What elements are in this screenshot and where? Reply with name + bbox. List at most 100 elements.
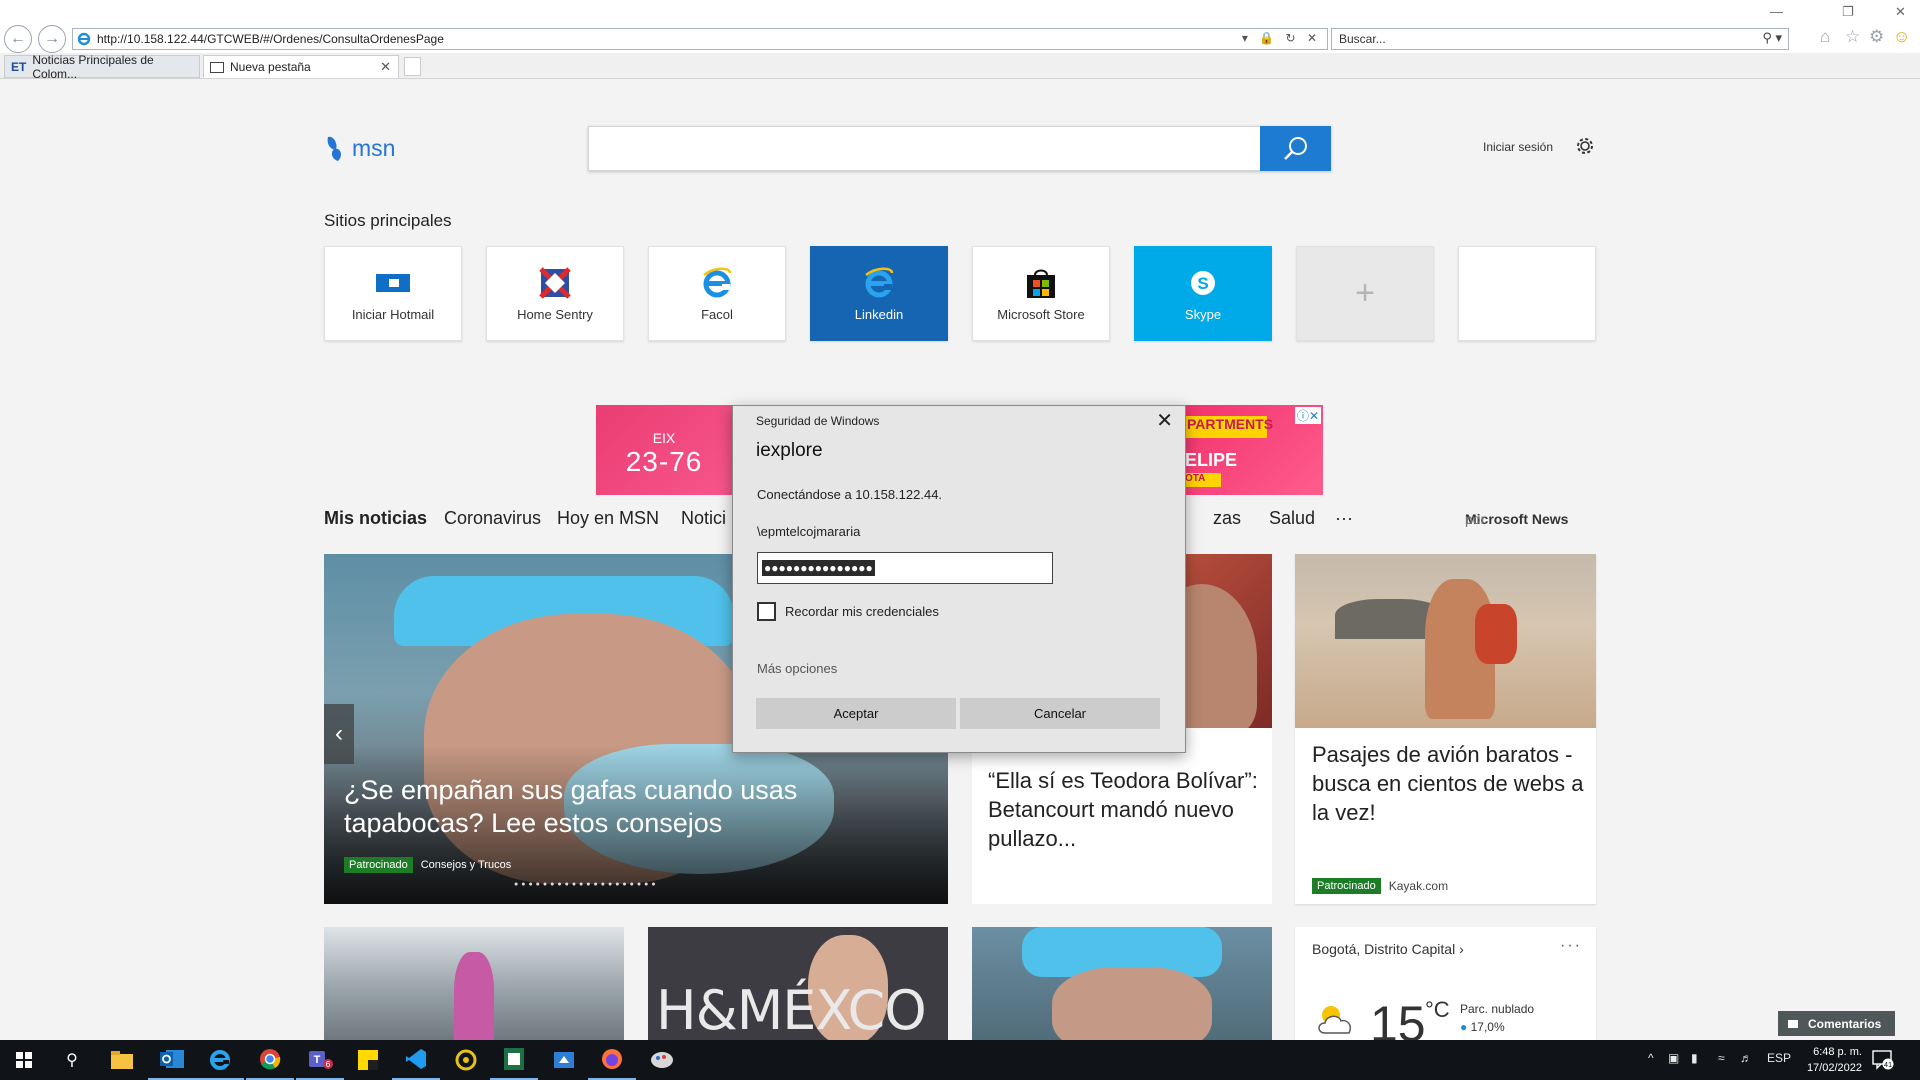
weather-card[interactable]: Bogotá, Distrito Capital › ··· 15 °C Par…	[1295, 927, 1596, 1052]
volume-icon[interactable]: ♬	[1740, 1051, 1752, 1065]
ok-button[interactable]: Aceptar	[756, 698, 956, 729]
tile-iniciar-hotmail[interactable]: Iniciar Hotmail	[324, 246, 462, 341]
battery-icon[interactable]: ▮	[1691, 1051, 1698, 1065]
favorites-icon[interactable]: ☆	[1845, 27, 1860, 47]
nav-noticias[interactable]: Notici	[681, 508, 726, 529]
restore-button[interactable]: ❐	[1842, 4, 1854, 20]
home-icon[interactable]: ⌂	[1820, 27, 1830, 47]
tile-label: Iniciar Hotmail	[351, 307, 435, 322]
tile-facol[interactable]: Facol	[648, 246, 786, 341]
tray-chevron-icon[interactable]: ^	[1648, 1051, 1654, 1065]
nav-finanzas[interactable]: zas	[1213, 508, 1241, 529]
hero-title[interactable]: ¿Se empañan sus gafas cuando usas tapabo…	[344, 774, 934, 840]
minimize-button[interactable]: —	[1770, 4, 1783, 19]
teams-badge-count: 6	[326, 1060, 331, 1069]
more-options-link[interactable]: Más opciones	[757, 661, 837, 676]
adchoices-icon[interactable]: ⓘ✕	[1294, 407, 1321, 424]
taskbar-chrome[interactable]	[246, 1040, 294, 1080]
back-button[interactable]: ←	[4, 25, 32, 53]
file-explorer-icon	[111, 1051, 133, 1069]
address-actions[interactable]: ▾ 🔒 ↻ ✕	[1242, 31, 1321, 45]
taskbar-outlook[interactable]	[148, 1040, 196, 1080]
remember-credentials-checkbox[interactable]	[757, 602, 776, 621]
clock[interactable]: 6:48 p. m. 17/02/2022	[1800, 1044, 1862, 1076]
tab-strip: ET Noticias Principales de Colom... Nuev…	[0, 53, 1920, 81]
taskbar-sticky-notes[interactable]	[344, 1040, 392, 1080]
weather-humidity-value: 17,0%	[1470, 1020, 1505, 1034]
outlook-icon	[160, 1050, 184, 1068]
smiley-icon[interactable]: ☺	[1893, 27, 1910, 47]
start-button[interactable]	[0, 1040, 48, 1080]
news-card-title[interactable]: Pasajes de avión baratos - busca en cien…	[1312, 740, 1587, 827]
tile-linkedin[interactable]: Linkedin	[810, 246, 948, 341]
nav-coronavirus[interactable]: Coronavirus	[444, 508, 541, 529]
dialog-header: Seguridad de Windows	[756, 414, 880, 428]
settings-icon[interactable]: ⚙	[1869, 27, 1884, 47]
ad-banner-left[interactable]: EIX 23-76	[596, 405, 732, 495]
tile-skype[interactable]: S Skype	[1134, 246, 1272, 341]
taskbar-app-3[interactable]	[638, 1040, 686, 1080]
close-icon[interactable]: ✕	[1156, 408, 1173, 433]
wifi-icon[interactable]: ≈	[1718, 1051, 1725, 1065]
more-options-icon[interactable]: ···	[1560, 937, 1582, 955]
news-card-row2-1[interactable]	[324, 927, 624, 1045]
feedback-button[interactable]: Comentarios	[1778, 1011, 1895, 1036]
tile-empty[interactable]	[1458, 246, 1596, 341]
close-window-button[interactable]: ✕	[1895, 4, 1906, 20]
msn-search-input[interactable]	[588, 126, 1331, 171]
tile-microsoft-store[interactable]: Microsoft Store	[972, 246, 1110, 341]
news-card-row2-3[interactable]	[972, 927, 1272, 1045]
signin-link[interactable]: Iniciar sesión	[1483, 140, 1553, 154]
taskbar-vscode[interactable]	[392, 1040, 440, 1080]
close-tab-icon[interactable]: ✕	[380, 59, 391, 75]
start-icon	[16, 1052, 32, 1068]
tab-nueva-pestana[interactable]: Nueva pestaña ✕	[203, 55, 399, 78]
tile-label: Facol	[701, 307, 733, 322]
tile-home-sentry[interactable]: Home Sentry	[486, 246, 624, 341]
taskbar-ie[interactable]	[196, 1040, 244, 1080]
browser-search-input[interactable]: Buscar... ⚲ ▾	[1331, 28, 1789, 50]
taskbar-search[interactable]: ⚲	[48, 1040, 96, 1080]
taskbar-excel[interactable]	[490, 1040, 538, 1080]
taskbar-app-2[interactable]	[540, 1040, 588, 1080]
taskbar-app[interactable]	[442, 1040, 490, 1080]
carousel-dots[interactable]: ●●●●●●●●●●●●●●●●●●●●	[514, 881, 659, 888]
new-tab-button[interactable]	[404, 57, 421, 76]
cancel-button[interactable]: Cancelar	[960, 698, 1160, 729]
dialog-connecting-text: Conectándose a 10.158.122.44.	[757, 487, 943, 502]
tile-add-site[interactable]: +	[1296, 246, 1434, 341]
weather-location[interactable]: Bogotá, Distrito Capital ›	[1312, 941, 1464, 957]
news-card-title[interactable]: “Ella sí es Teodora Bolívar”: Betancourt…	[988, 766, 1263, 853]
password-value: ●●●●●●●●●●●●●●●	[762, 560, 875, 576]
password-field[interactable]: ●●●●●●●●●●●●●●●	[757, 552, 1053, 584]
forward-button[interactable]: →	[38, 25, 66, 53]
language-indicator[interactable]: ESP	[1767, 1051, 1791, 1065]
search-placeholder: Buscar...	[1339, 32, 1386, 46]
carousel-prev-button[interactable]: ‹	[324, 704, 354, 764]
address-bar[interactable]: http://10.158.122.44/GTCWEB/#/Ordenes/Co…	[72, 28, 1328, 50]
back-icon: ←	[10, 30, 26, 47]
news-card-row2-2[interactable]: H&MÉXCO	[648, 927, 948, 1045]
remember-credentials-label[interactable]: Recordar mis credenciales	[785, 604, 939, 619]
msn-search-button[interactable]	[1260, 126, 1331, 171]
msn-butterfly-icon	[327, 136, 341, 161]
tab-noticias[interactable]: ET Noticias Principales de Colom...	[4, 53, 200, 81]
ad-banner-right[interactable]: PARTMENTS ELIPE OTA ⓘ✕	[1185, 405, 1323, 495]
tray-monitor-icon[interactable]: ▣	[1668, 1051, 1679, 1065]
taskbar-file-explorer[interactable]	[98, 1040, 146, 1080]
news-card-kayak[interactable]: Pasajes de avión baratos - busca en cien…	[1295, 554, 1596, 904]
nav-salud[interactable]: Salud	[1269, 508, 1315, 529]
tile-label: Microsoft Store	[997, 307, 1085, 322]
taskbar-teams[interactable]: T6	[296, 1040, 344, 1080]
ad-text: ELIPE	[1185, 450, 1238, 470]
gear-icon[interactable]	[1574, 135, 1596, 157]
search-icon[interactable]: ⚲ ▾	[1762, 30, 1782, 46]
msn-logo[interactable]: msn	[324, 133, 395, 163]
tile-label: Linkedin	[854, 307, 904, 322]
nav-hoy-en-msn[interactable]: Hoy en MSN	[557, 508, 659, 529]
taskbar-firefox[interactable]	[588, 1040, 636, 1080]
nav-mis-noticias[interactable]: Mis noticias	[324, 508, 427, 529]
notification-center[interactable]: 41	[1872, 1050, 1896, 1070]
nav-more-icon[interactable]: ···	[1335, 508, 1353, 529]
edge-ie-icon	[210, 1050, 230, 1070]
